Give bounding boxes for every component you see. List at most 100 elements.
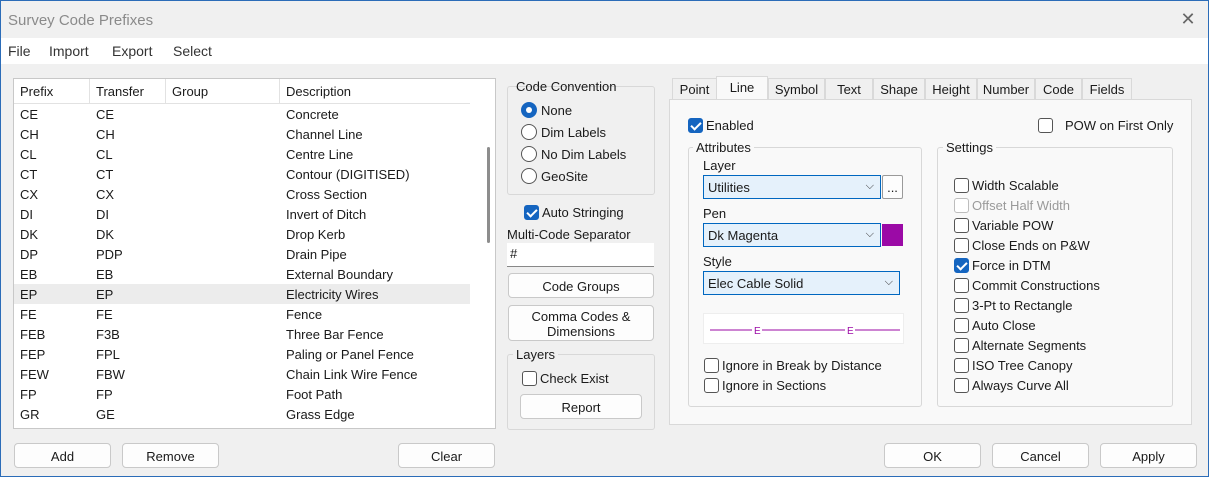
menu-export[interactable]: Export <box>112 43 152 59</box>
cell-prefix: DP <box>20 247 39 262</box>
pen-color-swatch[interactable] <box>882 224 903 246</box>
column-header-prefix[interactable]: Prefix <box>14 79 90 104</box>
cell-prefix: CL <box>20 147 37 162</box>
remove-button-label: Remove <box>146 449 195 464</box>
close-icon[interactable]: ✕ <box>1178 9 1198 29</box>
setting-checkbox[interactable] <box>954 298 969 313</box>
pen-dropdown[interactable]: Dk Magenta ⌵ <box>703 223 881 247</box>
cancel-button[interactable]: Cancel <box>992 443 1089 468</box>
table-row[interactable]: CE CE Concrete <box>14 104 470 124</box>
table-row[interactable]: CL CL Centre Line <box>14 144 470 164</box>
radio-dim-labels-label: Dim Labels <box>541 125 607 140</box>
tab-point[interactable]: Point <box>672 78 717 100</box>
setting-checkbox[interactable] <box>954 178 969 193</box>
cell-prefix: FE <box>20 307 37 322</box>
column-header-transfer[interactable]: Transfer <box>90 79 166 104</box>
menu-import[interactable]: Import <box>49 43 89 59</box>
radio-no-dim-labels[interactable] <box>521 146 537 162</box>
radio-no-dim-labels-label: No Dim Labels <box>541 147 627 162</box>
ignore-break-checkbox[interactable] <box>704 358 719 373</box>
check-exist-label: Check Exist <box>540 371 609 386</box>
setting-label: Force in DTM <box>972 258 1051 273</box>
setting-checkbox[interactable] <box>954 278 969 293</box>
comma-codes-line2: Dimensions <box>547 324 615 339</box>
add-button[interactable]: Add <box>14 443 111 468</box>
check-exist-checkbox[interactable] <box>522 371 537 386</box>
table-scrollbar[interactable] <box>484 79 495 428</box>
tab-number[interactable]: Number <box>977 78 1035 100</box>
menu-file[interactable]: File <box>8 43 31 59</box>
window-title: Survey Code Prefixes <box>8 12 154 29</box>
table-row[interactable]: EB EB External Boundary <box>14 264 470 284</box>
tab-fields[interactable]: Fields <box>1082 78 1132 100</box>
pow-first-only-checkbox[interactable] <box>1038 118 1053 133</box>
apply-button[interactable]: Apply <box>1100 443 1197 468</box>
cell-prefix: DI <box>20 207 33 222</box>
tab-symbol[interactable]: Symbol <box>768 78 825 100</box>
prefix-table[interactable]: Prefix Transfer Group Description CE CE Co… <box>13 78 496 429</box>
setting-checkbox[interactable] <box>954 338 969 353</box>
tab-height[interactable]: Height <box>925 78 977 100</box>
column-header-description[interactable]: Description <box>280 79 470 104</box>
tab-shape[interactable]: Shape <box>873 78 925 100</box>
setting-label: Offset Half Width <box>972 198 1071 213</box>
cell-description: External Boundary <box>286 267 393 282</box>
setting-checkbox[interactable] <box>954 238 969 253</box>
tab-code[interactable]: Code <box>1035 78 1082 100</box>
setting-checkbox <box>954 198 969 213</box>
table-row[interactable]: DP PDP Drain Pipe <box>14 244 470 264</box>
table-row[interactable]: FEB F3B Three Bar Fence <box>14 324 470 344</box>
setting-checkbox[interactable] <box>954 258 969 273</box>
column-header-group[interactable]: Group <box>166 79 280 104</box>
radio-none[interactable] <box>521 102 537 118</box>
cell-prefix: DK <box>20 227 39 242</box>
style-dropdown[interactable]: Elec Cable Solid ⌵ <box>703 271 900 295</box>
menu-bar: File Import Export Select <box>1 38 1208 64</box>
cell-prefix: CX <box>20 187 39 202</box>
scrollbar-thumb[interactable] <box>487 147 490 243</box>
clear-button[interactable]: Clear <box>398 443 495 468</box>
table-row[interactable]: FP FP Foot Path <box>14 384 470 404</box>
tab-line[interactable]: Line <box>716 76 768 101</box>
table-row[interactable]: CX CX Cross Section <box>14 184 470 204</box>
setting-label: ISO Tree Canopy <box>972 358 1073 373</box>
table-row[interactable]: CH CH Channel Line <box>14 124 470 144</box>
code-convention-label: Code Convention <box>516 79 617 94</box>
cell-description: Three Bar Fence <box>286 327 384 342</box>
pen-value: Dk Magenta <box>708 228 779 243</box>
enabled-checkbox[interactable] <box>688 118 703 133</box>
table-row[interactable]: DI DI Invert of Ditch <box>14 204 470 224</box>
table-row[interactable]: CT CT Contour (DIGITISED) <box>14 164 470 184</box>
report-button[interactable]: Report <box>520 394 642 419</box>
comma-codes-button[interactable]: Comma Codes & Dimensions <box>508 305 654 341</box>
cell-transfer: PDP <box>96 247 123 262</box>
table-row[interactable]: FEP FPL Paling or Panel Fence <box>14 344 470 364</box>
radio-dim-labels[interactable] <box>521 124 537 140</box>
remove-button[interactable]: Remove <box>122 443 219 468</box>
ok-button[interactable]: OK <box>884 443 981 468</box>
setting-checkbox[interactable] <box>954 218 969 233</box>
table-row[interactable]: EP EP Electricity Wires <box>14 284 470 304</box>
line-style-preview: E E <box>703 313 904 344</box>
auto-stringing-checkbox[interactable] <box>524 205 539 220</box>
code-groups-button[interactable]: Code Groups <box>508 273 654 298</box>
layer-browse-button[interactable]: ... <box>882 175 903 199</box>
dialog-window: Survey Code Prefixes ✕ File Import Expor… <box>0 0 1209 477</box>
menu-select[interactable]: Select <box>173 43 212 59</box>
pow-first-only-label: POW on First Only <box>1065 118 1174 133</box>
ignore-sections-checkbox[interactable] <box>704 378 719 393</box>
setting-checkbox[interactable] <box>954 378 969 393</box>
table-row[interactable]: GR GE Grass Edge <box>14 404 470 424</box>
setting-checkbox[interactable] <box>954 318 969 333</box>
multi-code-separator-input[interactable]: # <box>507 243 654 267</box>
table-row[interactable]: FEW FBW Chain Link Wire Fence <box>14 364 470 384</box>
table-row[interactable]: FE FE Fence <box>14 304 470 324</box>
radio-geosite[interactable] <box>521 168 537 184</box>
cell-transfer: CT <box>96 167 114 182</box>
layer-dropdown[interactable]: Utilities ⌵ <box>703 175 881 199</box>
cell-transfer: FPL <box>96 347 120 362</box>
table-row[interactable]: DK DK Drop Kerb <box>14 224 470 244</box>
setting-checkbox[interactable] <box>954 358 969 373</box>
tab-text[interactable]: Text <box>825 78 873 100</box>
cell-prefix: EP <box>20 287 38 302</box>
